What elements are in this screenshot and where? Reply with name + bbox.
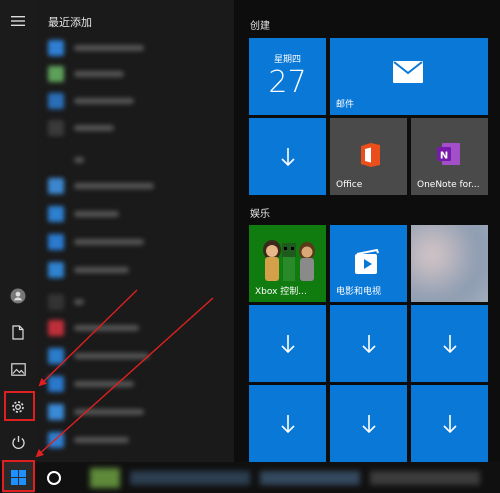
arrow-to-settings — [38, 289, 138, 387]
arrow-to-start — [35, 297, 214, 458]
annotation-arrows — [35, 289, 214, 458]
